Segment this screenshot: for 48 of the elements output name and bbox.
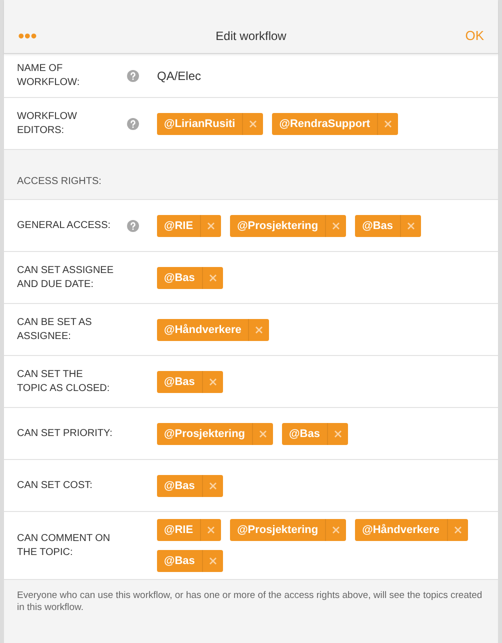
close-icon [407,222,416,230]
tag-label: @Håndverkere [163,322,242,338]
close-icon [332,526,340,534]
field-label: CAN SET THE TOPIC AS CLOSED: [17,368,111,396]
close-icon [249,120,258,128]
tag-label: @Prosjektering [236,218,320,234]
field-label: CAN SET PRIORITY: [17,426,114,440]
help-icon[interactable] [127,70,139,82]
section-title: ACCESS RIGHTS: [17,175,102,189]
more-button[interactable]: ••• [18,26,78,44]
tag-label: @RIE [163,523,194,538]
close-icon [208,378,217,386]
ok-button[interactable]: OK [424,26,484,46]
tag-label: @Bas [361,218,394,234]
field-label: NAME OF WORKFLOW: [17,62,81,90]
tag-label: @RendraSupport [278,116,372,132]
close-icon [259,430,268,438]
tag-label: @LirianRusiti [163,116,236,132]
tag-label: @Prosjektering [236,523,320,538]
tag-label: @Bas [163,270,196,286]
footer-note: Everyone who can use this workflow, or has one or more of the access rights above, will see the topics created in this workflow. [17,590,484,614]
tag-label: @RIE [163,218,194,234]
close-icon [208,482,217,490]
dialog-title: Edit workflow [214,28,288,44]
help-icon[interactable] [127,118,139,130]
close-icon [207,222,216,230]
close-icon [332,222,340,230]
close-icon [454,526,462,534]
field-label: CAN COMMENT ON THE TOPIC: [17,532,112,560]
field-label: CAN SET ASSIGNEE AND DUE DATE: [17,264,115,292]
close-icon [255,326,264,334]
field-label: GENERAL ACCESS: [17,218,112,232]
close-icon [384,120,392,128]
field-label: CAN BE SET AS ASSIGNEE: [17,316,93,344]
help-icon[interactable] [127,220,139,232]
close-icon [208,557,217,565]
field-label: CAN SET COST: [17,478,94,492]
close-icon [334,430,342,438]
tag-label: @Bas [163,554,196,569]
close-icon [207,526,216,534]
close-icon [208,274,217,282]
workflow-name-value: QA/Elec [156,68,202,84]
tag-label: @Bas [163,374,196,390]
field-label: WORKFLOW EDITORS: [17,110,78,138]
tag-label: @Prosjektering [163,426,246,442]
tag-label: @Bas [163,478,196,494]
tag-label: @Bas [288,426,321,442]
tag-label: @Håndverkere [361,523,440,538]
